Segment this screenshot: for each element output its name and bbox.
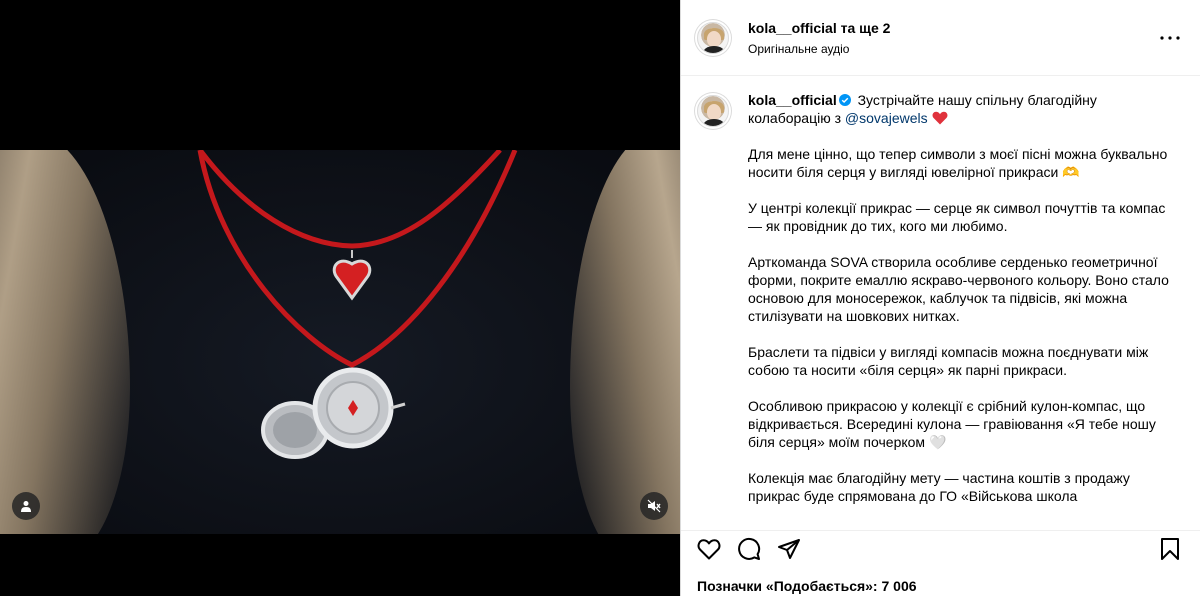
caption-row: kola__official Зустрічайте нашу спільну … — [697, 91, 1184, 505]
verified-icon — [838, 94, 851, 106]
save-button[interactable] — [1160, 531, 1184, 567]
caption-paragraph: Колекція має благодійну мету — частина к… — [748, 470, 1130, 504]
header-text: kola__official та ще 2 Оригінальне аудіо — [748, 19, 1158, 57]
coauthors-link[interactable]: та ще 2 — [841, 20, 891, 36]
heart-emoji-icon — [932, 111, 947, 125]
more-options-button[interactable] — [1158, 26, 1182, 50]
caption-paragraph: Арткоманда SOVA створила особливе серден… — [748, 254, 1169, 324]
like-icon — [697, 538, 721, 559]
caption-area: kola__official Зустрічайте нашу спільну … — [681, 77, 1200, 520]
post-side-panel: kola__official та ще 2 Оригінальне аудіо… — [680, 0, 1200, 596]
more-icon — [1160, 35, 1180, 40]
necklace-illustration — [197, 150, 518, 459]
video-player[interactable] — [0, 150, 680, 534]
media-pane — [0, 0, 680, 596]
share-icon — [778, 538, 800, 559]
header-authors: kola__official та ще 2 — [748, 19, 1158, 37]
likes-count[interactable]: Позначки «Подобається»: 7 006 — [697, 577, 917, 595]
author-username-link[interactable]: kola__official — [748, 20, 837, 36]
user-icon — [21, 501, 31, 512]
save-icon — [1161, 537, 1179, 560]
caption-username-link[interactable]: kola__official — [748, 92, 837, 108]
mute-toggle-button[interactable] — [640, 492, 668, 520]
post-actions — [681, 530, 1200, 566]
caption-paragraph: Особливою прикрасою у колекції є срібний… — [748, 398, 1156, 450]
caption-paragraph: У центрі колекції прикрас — серце як сим… — [748, 200, 1166, 234]
audio-link[interactable]: Оригінальне аудіо — [748, 41, 1158, 57]
caption-intro: kola__official Зустрічайте нашу спільну … — [748, 91, 1178, 127]
mention-link[interactable]: @sovajewels — [845, 110, 928, 126]
author-avatar[interactable] — [697, 21, 729, 54]
mute-icon — [647, 499, 661, 513]
post-header: kola__official та ще 2 Оригінальне аудіо — [681, 0, 1200, 76]
share-button[interactable] — [777, 531, 817, 567]
caption-paragraph: Для мене цінно, що тепер символи з моєї … — [748, 146, 1168, 180]
caption-body: kola__official Зустрічайте нашу спільну … — [748, 91, 1178, 505]
like-button[interactable] — [697, 531, 737, 567]
tagged-users-button[interactable] — [12, 492, 40, 520]
caption-paragraph: Браслети та підвіси у вигляді компасів м… — [748, 344, 1149, 378]
comment-icon — [738, 537, 761, 560]
caption-author-avatar[interactable] — [697, 95, 729, 127]
comment-button[interactable] — [737, 531, 777, 567]
